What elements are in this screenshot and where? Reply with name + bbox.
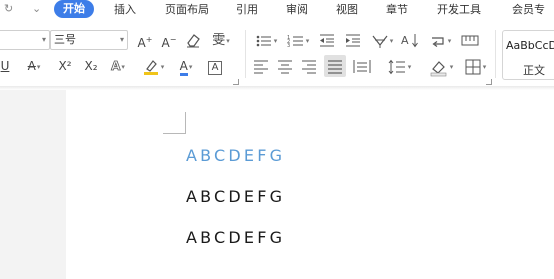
increase-indent-icon[interactable] (344, 30, 362, 50)
page-corner-mark (163, 133, 186, 134)
font-name-combo[interactable]: ▾ (0, 30, 50, 50)
show-hide-marks-icon[interactable]: ▾ (426, 30, 454, 50)
document-margin-area (0, 90, 66, 279)
line-spacing-icon[interactable]: ▾ (384, 56, 414, 76)
tab-developer-tools[interactable]: 开发工具 (437, 3, 481, 17)
clear-format-icon[interactable] (184, 30, 202, 50)
tab-references[interactable]: 引用 (236, 3, 258, 17)
menu-bar: ↻ ⌄ 开始 插入 页面布局 引用 审阅 视图 章节 开发工具 会员专 (0, 0, 554, 20)
subscript-button[interactable]: X₂ (80, 56, 102, 76)
strikethrough-icon[interactable]: A▾ (20, 56, 48, 76)
align-left-icon[interactable] (252, 56, 270, 76)
highlight-color-icon[interactable]: ▾ (138, 56, 168, 76)
svg-text:3: 3 (287, 43, 290, 49)
style-name-label: 正文 (523, 64, 545, 77)
ribbon-separator (495, 30, 496, 78)
borders-icon[interactable]: ▾ (460, 56, 490, 76)
distribute-icon[interactable] (352, 56, 372, 76)
redo-icon[interactable]: ↻ (4, 2, 13, 16)
text-line-3[interactable]: ABCDEFG (186, 228, 285, 247)
font-color-icon[interactable]: A▾ (172, 56, 200, 76)
superscript-button[interactable]: X² (54, 56, 76, 76)
tab-view[interactable]: 视图 (336, 3, 358, 17)
text-effect-icon[interactable]: A▾ (104, 56, 132, 76)
character-border-icon[interactable]: A (206, 56, 224, 76)
tab-member[interactable]: 会员专 (512, 3, 545, 17)
justify-icon[interactable] (324, 55, 346, 77)
chevron-down-icon: ▾ (41, 35, 46, 44)
style-sample-text: AaBbCcD (506, 39, 554, 52)
align-center-icon[interactable] (276, 56, 294, 76)
font-dialog-launcher[interactable] (233, 79, 239, 85)
page-corner-mark (185, 112, 186, 133)
shading-icon[interactable]: ▾ (426, 56, 456, 76)
font-size-value: 三号 (54, 33, 76, 46)
tab-home[interactable]: 开始 (54, 0, 94, 18)
underline-icon[interactable]: U (0, 56, 14, 76)
table-tools-icon[interactable] (460, 30, 480, 50)
text-line-2[interactable]: ABCDEFG (186, 187, 285, 206)
bullet-list-icon[interactable]: ▾ (252, 30, 280, 50)
chinese-layout-icon[interactable]: ▾ (368, 30, 396, 50)
tab-insert[interactable]: 插入 (114, 3, 136, 17)
tab-chapter[interactable]: 章节 (386, 3, 408, 17)
menu-dropdown-icon[interactable]: ⌄ (32, 2, 41, 16)
style-gallery-normal[interactable]: AaBbCcD 正文 (502, 30, 554, 80)
tab-page-layout[interactable]: 页面布局 (165, 3, 209, 17)
ribbon-separator (245, 30, 246, 78)
shrink-font-icon[interactable]: A− (160, 30, 178, 50)
font-size-combo[interactable]: 三号 ▾ (50, 30, 128, 50)
chevron-down-icon: ▾ (119, 35, 124, 44)
grow-font-icon[interactable]: A+ (136, 30, 154, 50)
phonetic-guide-icon[interactable]: 雯▾ (206, 30, 236, 50)
sort-icon[interactable]: A (400, 30, 420, 50)
decrease-indent-icon[interactable] (318, 30, 336, 50)
paragraph-dialog-launcher[interactable] (486, 79, 492, 85)
align-right-icon[interactable] (300, 56, 318, 76)
numbered-list-icon[interactable]: 1 2 3 ▾ (284, 30, 312, 50)
tab-review[interactable]: 审阅 (286, 3, 308, 17)
svg-text:A: A (401, 34, 409, 47)
document-page[interactable] (66, 90, 554, 279)
text-line-1[interactable]: ABCDEFG (186, 146, 285, 165)
